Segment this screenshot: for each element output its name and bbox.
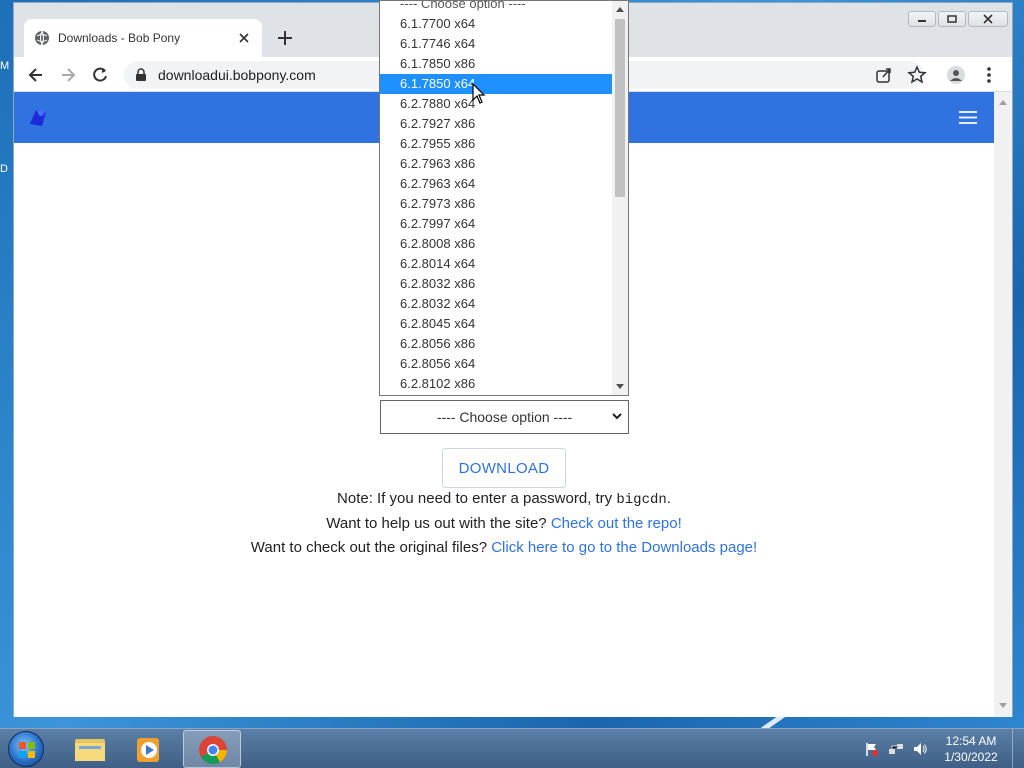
dropdown-options: ---- Choose option ---- 6.1.7700 x64 6.1.7… — [380, 1, 612, 394]
build-dropdown-list[interactable]: ---- Choose option ---- 6.1.7700 x64 6.1.7… — [379, 0, 629, 396]
scroll-down-icon[interactable] — [998, 702, 1008, 710]
build-select[interactable]: ---- Choose option ---- — [380, 400, 629, 434]
start-button[interactable] — [8, 731, 44, 767]
desktop-icon-label-fragment[interactable]: M — [0, 60, 12, 72]
dropdown-option[interactable]: 6.2.8102 x86 — [380, 374, 612, 394]
dropdown-option[interactable]: 6.2.7973 x86 — [380, 194, 612, 214]
lock-icon — [136, 68, 146, 81]
dropdown-option[interactable]: 6.2.7927 x86 — [380, 114, 612, 134]
profile-avatar-icon[interactable] — [946, 65, 966, 85]
bookmark-star-icon[interactable] — [907, 65, 927, 85]
dropdown-option[interactable]: 6.2.8014 x64 — [380, 254, 612, 274]
folder-icon — [75, 739, 105, 761]
page-scrollbar[interactable] — [994, 92, 1012, 717]
dropdown-option[interactable]: 6.1.7850 x64 — [380, 74, 612, 94]
media-player-icon — [137, 738, 159, 762]
password-note: Note: If you need to enter a password, t… — [14, 490, 994, 508]
close-icon — [983, 14, 993, 24]
hamburger-menu-icon[interactable] — [958, 110, 978, 125]
dropdown-placeholder-option[interactable]: ---- Choose option ---- — [380, 1, 612, 14]
close-window-button[interactable] — [968, 11, 1008, 27]
minimize-button[interactable] — [908, 11, 936, 27]
scroll-up-icon[interactable] — [998, 98, 1008, 106]
dropdown-scrollbar[interactable] — [612, 1, 628, 395]
back-arrow-icon[interactable] — [26, 65, 46, 85]
taskbar: 12:54 AM 1/30/2022 — [0, 728, 1024, 768]
taskbar-chrome[interactable] — [183, 730, 241, 768]
forward-arrow-icon[interactable] — [58, 65, 78, 85]
dropdown-option[interactable]: 6.2.8032 x64 — [380, 294, 612, 314]
password-code: bigcdn — [616, 492, 667, 508]
menu-kebab-icon[interactable] — [979, 65, 999, 85]
dropdown-option[interactable]: 6.2.7880 x64 — [380, 94, 612, 114]
downloads-page-link[interactable]: Click here to go to the Downloads page! — [491, 539, 757, 556]
minimize-icon — [918, 20, 926, 22]
tab-title: Downloads - Bob Pony — [58, 31, 181, 45]
url-text: downloadui.bobpony.com — [158, 67, 316, 83]
action-center-flag-icon[interactable] — [864, 741, 880, 757]
original-files-text: Want to check out the original files? — [250, 539, 492, 556]
original-files-line: Want to check out the original files? Cl… — [14, 539, 994, 556]
reload-icon[interactable] — [90, 65, 110, 85]
dropdown-option[interactable]: 6.1.7700 x64 — [380, 14, 612, 34]
dropdown-scroll-down-icon[interactable] — [615, 381, 625, 391]
volume-icon[interactable] — [912, 741, 928, 757]
network-icon[interactable] — [888, 741, 904, 757]
tab-close-icon[interactable] — [236, 30, 252, 46]
dropdown-option[interactable]: 6.2.8008 x86 — [380, 234, 612, 254]
taskbar-explorer[interactable] — [60, 730, 118, 768]
taskbar-media-player[interactable] — [121, 730, 179, 768]
dropdown-option[interactable]: 6.2.7963 x86 — [380, 154, 612, 174]
dropdown-scroll-up-icon[interactable] — [615, 5, 625, 15]
clock-date: 1/30/2022 — [944, 750, 998, 764]
desktop-icon-label-fragment[interactable]: D — [0, 163, 12, 175]
dropdown-option[interactable]: 6.2.7955 x86 — [380, 134, 612, 154]
windows-logo-icon — [19, 742, 35, 758]
site-logo-icon[interactable] — [26, 106, 50, 130]
system-tray: 12:54 AM 1/30/2022 — [864, 729, 1024, 768]
show-desktop-button[interactable] — [1012, 729, 1024, 768]
repo-link[interactable]: Check out the repo! — [551, 515, 682, 532]
restore-icon — [947, 15, 957, 23]
clock-time: 12:54 AM — [945, 734, 997, 748]
dropdown-option[interactable]: 6.2.8032 x86 — [380, 274, 612, 294]
share-icon[interactable] — [874, 65, 894, 85]
help-text: Want to help us out with the site? — [326, 515, 551, 532]
note-period: . — [666, 490, 671, 507]
help-line: Want to help us out with the site? Check… — [14, 515, 994, 532]
clock[interactable]: 12:54 AM 1/30/2022 — [936, 733, 1006, 765]
new-tab-icon[interactable] — [276, 29, 294, 47]
dropdown-option[interactable]: 6.2.8056 x86 — [380, 334, 612, 354]
dropdown-option[interactable]: 6.1.7746 x64 — [380, 34, 612, 54]
dropdown-option[interactable]: 6.2.7963 x64 — [380, 174, 612, 194]
mouse-cursor-icon — [472, 83, 486, 104]
maximize-button[interactable] — [938, 11, 966, 27]
dropdown-option[interactable]: 6.2.8056 x64 — [380, 354, 612, 374]
dropdown-option[interactable]: 6.2.7997 x64 — [380, 214, 612, 234]
note-text: Note: If you need to enter a password, t… — [337, 490, 617, 507]
globe-icon — [35, 30, 49, 46]
chevron-down-icon — [612, 413, 622, 420]
download-button[interactable]: DOWNLOAD — [442, 448, 566, 488]
browser-tab[interactable]: Downloads - Bob Pony — [24, 19, 262, 57]
dropdown-option[interactable]: 6.2.8045 x64 — [380, 314, 612, 334]
build-select-value: ---- Choose option ---- — [436, 409, 573, 425]
chrome-icon — [199, 736, 227, 764]
dropdown-scroll-thumb[interactable] — [615, 19, 625, 197]
window-controls — [908, 11, 1008, 27]
dropdown-option[interactable]: 6.1.7850 x86 — [380, 54, 612, 74]
